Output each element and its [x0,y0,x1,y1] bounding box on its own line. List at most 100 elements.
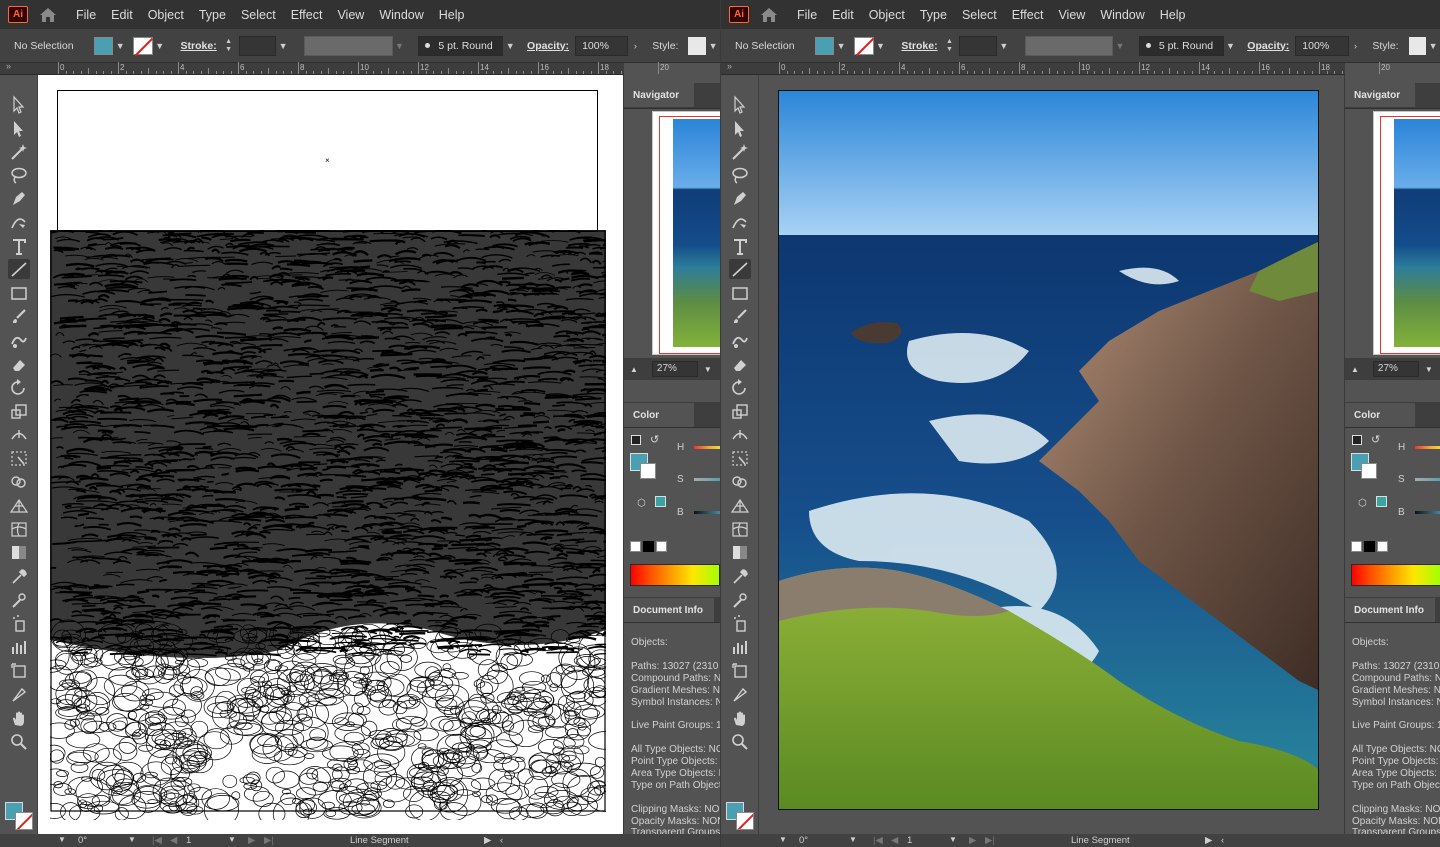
line-segment-tool-icon[interactable] [8,259,30,280]
hue-slider[interactable] [1415,446,1440,449]
variable-width-profile[interactable] [1024,35,1114,56]
lasso-tool-icon[interactable] [8,165,30,185]
chevron-right-icon[interactable]: › [1349,37,1363,55]
shaper-tool-icon[interactable] [729,330,751,350]
web-safe-swatch[interactable] [655,496,666,507]
zoom-out-icon[interactable]: ▲ [1351,365,1359,374]
blend-tool-icon[interactable] [8,590,30,610]
width-tool-icon[interactable] [8,424,30,444]
color-tab[interactable]: Color [1345,403,1415,427]
artboard-last-icon[interactable]: ▶| [264,835,274,846]
toolbar-stroke-swatch[interactable] [736,812,754,830]
white-swatch[interactable] [656,541,667,552]
zoom-tool-icon[interactable] [729,731,751,751]
zoom-field[interactable]: 27% [1372,361,1419,377]
zoom-out-icon[interactable]: ▲ [630,365,638,374]
fill-color-swatch[interactable] [93,36,114,55]
rotation-value[interactable]: 0° [799,835,808,846]
stroke-weight-stepper[interactable]: ▲ ▼ [223,36,235,56]
scale-tool-icon[interactable] [8,401,30,421]
magic-wand-tool-icon[interactable] [8,141,30,161]
artboard-first-icon[interactable]: |◀ [873,835,883,846]
out-of-gamut-icon[interactable]: ⬡ [1358,498,1367,509]
navigator-tab[interactable]: Navigator [1345,83,1415,107]
curvature-tool-icon[interactable] [8,212,30,232]
chevron-down-icon[interactable]: ▼ [1425,365,1433,374]
column-graph-tool-icon[interactable] [8,637,30,657]
chevron-down-icon[interactable]: ▼ [779,835,787,844]
menu-view[interactable]: View [1058,8,1085,22]
type-tool-icon[interactable] [8,236,30,256]
curvature-tool-icon[interactable] [729,212,751,232]
artboard-tool-icon[interactable] [8,660,30,680]
selection-tool-icon[interactable] [8,94,30,114]
rectangle-tool-icon[interactable] [8,283,30,303]
horizontal-ruler[interactable]: 0 2 4 6 8 10 12 14 16 18 20 [759,62,1390,75]
chevron-down-icon[interactable]: ▼ [997,37,1011,55]
default-colors-icon[interactable] [1352,435,1362,445]
shape-builder-tool-icon[interactable] [729,472,751,492]
pen-tool-icon[interactable] [8,188,30,208]
menu-help[interactable]: Help [1160,8,1186,22]
graphic-style-swatch[interactable] [1408,36,1427,55]
navigator-tab[interactable]: Navigator [624,83,694,107]
brightness-slider[interactable] [1415,511,1440,514]
home-icon[interactable] [759,6,779,24]
artboard-number[interactable]: 1 [186,835,191,846]
mesh-tool-icon[interactable] [8,519,30,539]
opacity-label[interactable]: Opacity: [527,40,569,52]
chevron-down-icon[interactable]: ▼ [706,37,720,55]
color-panel-stroke[interactable] [1361,463,1377,479]
menu-object[interactable]: Object [869,8,905,22]
chevron-down-icon[interactable]: ▼ [393,37,407,55]
navigator-preview[interactable] [1373,111,1440,355]
perspective-grid-tool-icon[interactable] [8,495,30,515]
color-spectrum[interactable] [630,564,720,586]
chevron-down-icon[interactable]: ▼ [113,37,127,55]
default-colors-icon[interactable] [631,435,641,445]
chevron-down-icon[interactable]: ▼ [834,37,848,55]
menu-type[interactable]: Type [920,8,947,22]
color-panel-stroke[interactable] [640,463,656,479]
chevron-down-icon[interactable]: ▼ [1113,37,1127,55]
menu-type[interactable]: Type [199,8,226,22]
web-safe-swatch[interactable] [1376,496,1387,507]
rotate-tool-icon[interactable] [729,377,751,397]
chevron-down-icon[interactable]: ▼ [874,37,888,55]
menu-window[interactable]: Window [1100,8,1144,22]
eyedropper-tool-icon[interactable] [8,566,30,586]
swap-colors-icon[interactable]: ↺ [1371,433,1380,446]
shaper-tool-icon[interactable] [8,330,30,350]
none-swatch[interactable] [630,541,641,552]
direct-selection-tool-icon[interactable] [729,118,751,138]
menu-file[interactable]: File [76,8,96,22]
opacity-label[interactable]: Opacity: [1247,40,1289,52]
status-menu-icon[interactable]: ▶ [484,835,491,846]
scale-tool-icon[interactable] [729,401,751,421]
black-swatch[interactable] [1364,541,1375,552]
stroke-weight-field[interactable] [959,35,997,56]
eyedropper-tool-icon[interactable] [729,566,751,586]
menu-view[interactable]: View [337,8,364,22]
paintbrush-tool-icon[interactable] [8,306,30,326]
horizontal-ruler[interactable]: 0 2 4 6 8 10 12 14 16 18 20 [38,62,669,75]
menu-help[interactable]: Help [439,8,465,22]
none-swatch[interactable] [1351,541,1362,552]
chevron-down-icon[interactable]: ▼ [128,835,136,844]
slice-tool-icon[interactable] [729,684,751,704]
menu-file[interactable]: File [797,8,817,22]
type-tool-icon[interactable] [729,236,751,256]
direct-selection-tool-icon[interactable] [8,118,30,138]
zoom-tool-icon[interactable] [8,731,30,751]
perspective-grid-tool-icon[interactable] [729,495,751,515]
white-swatch[interactable] [1377,541,1388,552]
wireframe-outlines[interactable] [50,230,606,820]
artboard-first-icon[interactable]: |◀ [152,835,162,846]
artboard-tool-icon[interactable] [729,660,751,680]
rotate-tool-icon[interactable] [8,377,30,397]
chevron-down-icon[interactable]: ▼ [153,37,167,55]
menu-effect[interactable]: Effect [1012,8,1044,22]
magic-wand-tool-icon[interactable] [729,141,751,161]
chevron-down-icon[interactable]: ▼ [1224,37,1238,55]
stroke-weight-stepper[interactable]: ▲ ▼ [944,36,956,56]
